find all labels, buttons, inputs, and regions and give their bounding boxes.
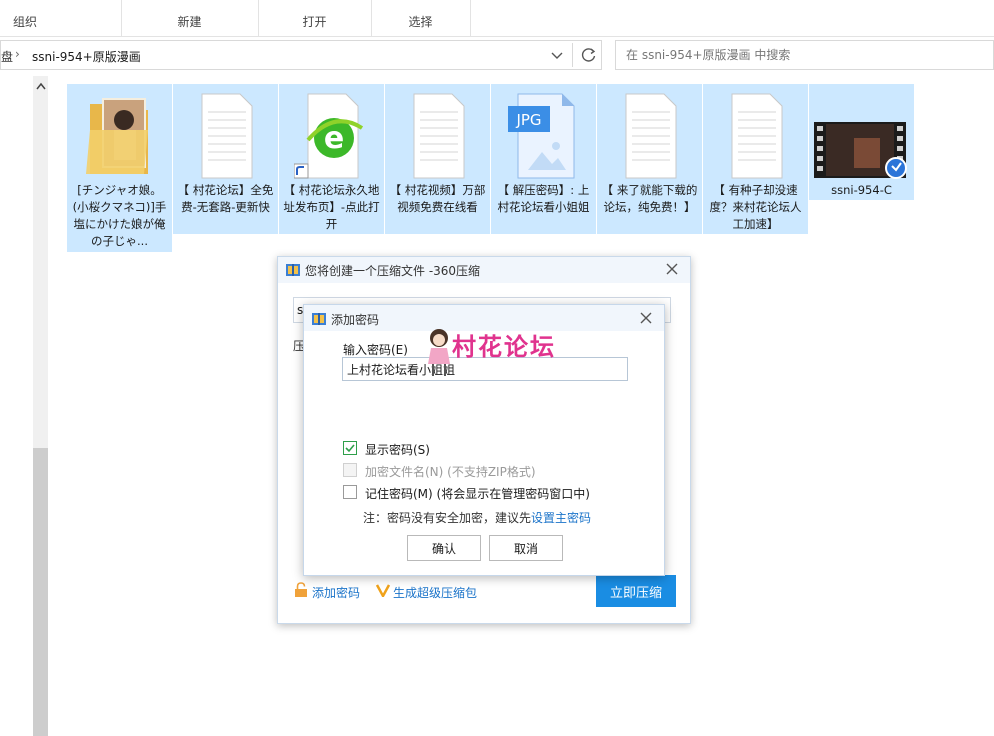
lock-icon bbox=[295, 582, 307, 597]
file-item-folder[interactable]: [チンジャオ娘。(小桜クマネコ)]手塩にかけた娘が俺の子じゃ... bbox=[67, 84, 172, 252]
jpg-badge: JPG bbox=[515, 111, 541, 129]
note-text: 注：密码没有安全加密，建议先 bbox=[363, 511, 532, 525]
ribbon-group-select[interactable]: 选择 bbox=[371, 0, 471, 36]
file-name: 【 解压密码】: 上村花论坛看小姐姐 bbox=[497, 183, 590, 214]
checkmark-icon bbox=[345, 444, 355, 453]
dialog-title: 您将创建一个压缩文件 -360压缩 bbox=[305, 264, 481, 278]
text-document-icon bbox=[201, 93, 253, 179]
file-item-text[interactable]: 【 村花视频】万部视频免费在线看 bbox=[385, 84, 490, 234]
scroll-up-icon[interactable] bbox=[36, 82, 46, 90]
chevron-down-icon[interactable] bbox=[549, 47, 565, 63]
ribbon-group-organize[interactable]: 组织 bbox=[0, 0, 122, 36]
file-name: [チンジャオ娘。(小桜クマネコ)]手塩にかけた娘が俺の子じゃ... bbox=[72, 183, 167, 248]
scrollbar-thumb[interactable] bbox=[33, 448, 48, 736]
ribbon-group-label: 打开 bbox=[302, 15, 327, 29]
cancel-button[interactable]: 取消 bbox=[489, 535, 563, 561]
breadcrumb-current-folder[interactable]: ssni-954+原版漫画 bbox=[32, 48, 141, 65]
file-name: ssni-954-C bbox=[831, 183, 892, 197]
archive-app-icon bbox=[312, 313, 326, 325]
file-item-text[interactable]: 【 村花论坛】全免费-无套路-更新快 bbox=[173, 84, 278, 234]
breadcrumb-root[interactable]: 盘 bbox=[1, 48, 13, 65]
video-file-icon bbox=[814, 122, 907, 179]
watermark-text: 村花论坛 bbox=[452, 333, 556, 361]
search-box[interactable] bbox=[615, 40, 994, 70]
show-password-checkbox[interactable] bbox=[343, 441, 357, 455]
super-archive-link[interactable]: 生成超级压缩包 bbox=[393, 584, 477, 601]
v-badge-icon bbox=[376, 584, 390, 597]
vertical-scrollbar[interactable] bbox=[33, 76, 48, 736]
address-bar[interactable]: 盘 › ssni-954+原版漫画 bbox=[0, 40, 602, 70]
remember-password-label[interactable]: 记住密码(M) (将会显示在管理密码窗口中) bbox=[365, 485, 590, 502]
set-master-password-link[interactable]: 设置主密码 bbox=[531, 511, 591, 525]
file-name: 【 来了就能下载的论坛，纯免费！】 bbox=[601, 183, 698, 214]
encrypt-filename-label: 加密文件名(N) (不支持ZIP格式) bbox=[365, 465, 536, 479]
ribbon-group-new[interactable]: 新建 bbox=[121, 0, 259, 36]
confirm-button[interactable]: 确认 bbox=[407, 535, 481, 561]
divider bbox=[572, 43, 573, 67]
compress-now-button[interactable]: 立即压缩 bbox=[596, 575, 676, 607]
file-item-image[interactable]: JPG 【 解压密码】: 上村花论坛看小姐姐 bbox=[491, 84, 596, 234]
file-item-text[interactable]: 【 来了就能下载的论坛，纯免费！】 bbox=[597, 84, 702, 234]
file-item-shortcut[interactable]: e 【 村花论坛永久地址发布页】-点此打开 bbox=[279, 84, 384, 234]
file-name: 【 村花视频】万部视频免费在线看 bbox=[389, 183, 486, 214]
file-item-text[interactable]: 【 有种子却没速度？来村花论坛人工加速】 bbox=[703, 84, 808, 234]
dialog-title: 添加密码 bbox=[331, 313, 380, 327]
security-note: 注：密码没有安全加密，建议先设置主密码 bbox=[363, 509, 591, 526]
ribbon-group-open[interactable]: 打开 bbox=[258, 0, 372, 36]
remember-password-checkbox[interactable] bbox=[343, 485, 357, 499]
encrypt-filename-checkbox bbox=[343, 463, 357, 477]
add-password-link[interactable]: 添加密码 bbox=[312, 584, 360, 601]
show-password-label[interactable]: 显示密码(S) bbox=[365, 441, 430, 458]
dialog-titlebar[interactable]: 您将创建一个压缩文件 -360压缩 bbox=[278, 257, 690, 283]
password-input-label: 输入密码(E) bbox=[343, 343, 408, 357]
file-name: 【 村花论坛永久地址发布页】-点此打开 bbox=[283, 183, 380, 231]
ribbon: 组织 新建 打开 选择 bbox=[0, 0, 994, 37]
breadcrumb-separator-icon[interactable]: › bbox=[15, 47, 20, 61]
search-input[interactable] bbox=[624, 47, 988, 63]
text-document-icon bbox=[413, 93, 465, 179]
close-icon[interactable] bbox=[665, 262, 679, 276]
folder-icon bbox=[86, 98, 148, 174]
refresh-icon[interactable] bbox=[580, 46, 598, 64]
file-item-video[interactable]: ssni-954-C bbox=[809, 84, 914, 200]
ie-shortcut-icon: e bbox=[294, 93, 364, 179]
text-document-icon bbox=[731, 93, 783, 179]
jpg-file-icon: JPG bbox=[508, 93, 575, 179]
ribbon-group-label: 组织 bbox=[13, 15, 38, 29]
file-name: 【 有种子却没速度？来村花论坛人工加速】 bbox=[709, 183, 802, 231]
ribbon-group-label: 新建 bbox=[177, 15, 202, 29]
text-document-icon bbox=[625, 93, 677, 179]
archive-app-icon bbox=[286, 264, 300, 276]
ribbon-group-label: 选择 bbox=[408, 15, 433, 29]
file-name: 【 村花论坛】全免费-无套路-更新快 bbox=[177, 183, 274, 214]
close-icon[interactable] bbox=[639, 311, 653, 325]
